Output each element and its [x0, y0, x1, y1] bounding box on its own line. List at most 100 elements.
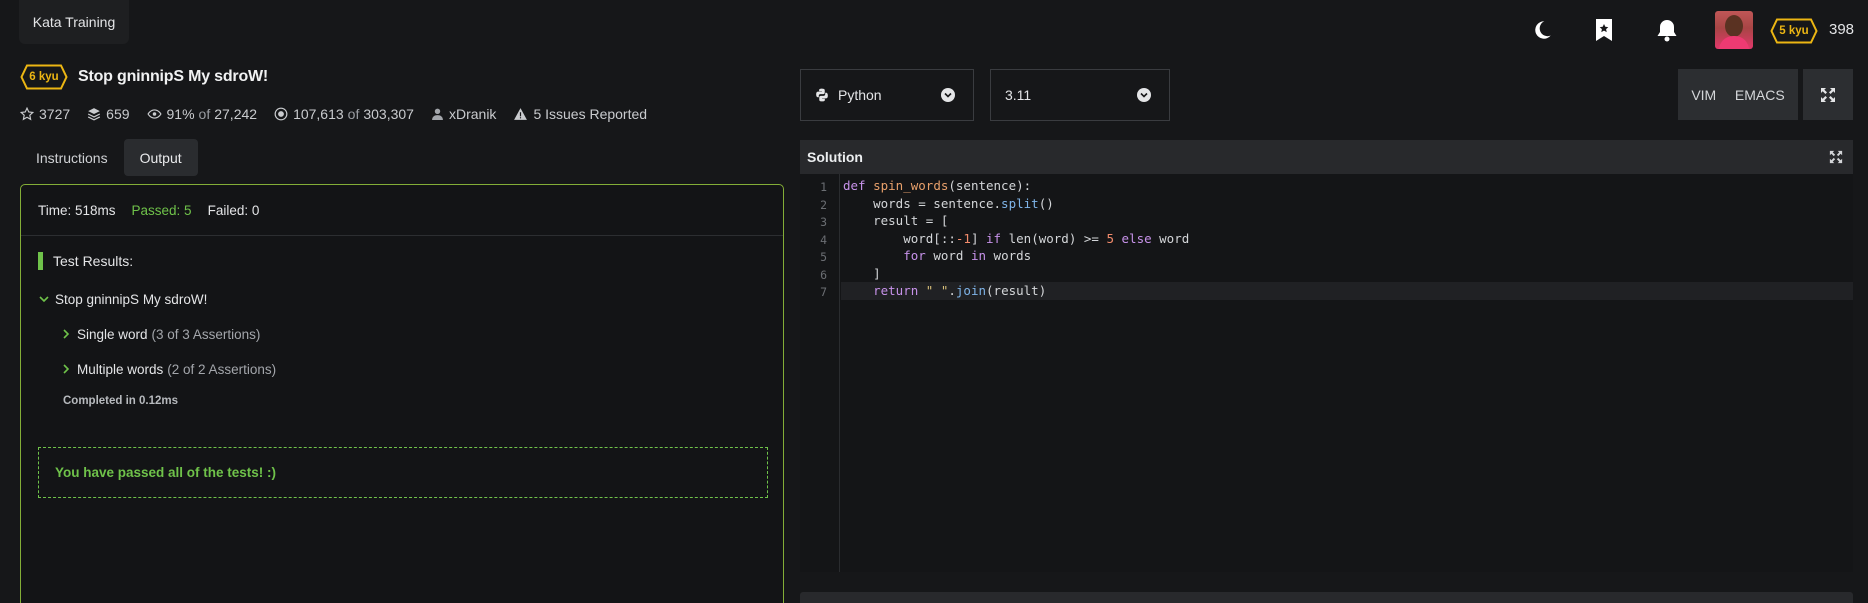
builtin-name: len — [1008, 230, 1032, 246]
kata-stats: 3727 659 91% of 27,242 107,613 of 303,30… — [20, 106, 664, 122]
failed-label: Failed: 0 — [207, 202, 260, 218]
line-number: 7 — [820, 285, 827, 299]
line-number: 1 — [820, 180, 827, 194]
satisfaction-of: of — [198, 106, 211, 122]
code-line[interactable]: for word in words — [843, 247, 1031, 265]
code-text: () — [1038, 195, 1054, 211]
completed-time: Completed in 0.12ms — [63, 395, 179, 407]
code-text: words = sentence. — [843, 195, 1002, 211]
test-suite-toggle[interactable]: Stop gninnipS My sdroW! — [39, 292, 207, 307]
passed-label: Passed: 5 — [131, 202, 192, 218]
top-bar: Kata Training 5 kyu 398 — [0, 0, 1868, 49]
code-line[interactable]: words = sentence.split() — [843, 195, 1054, 213]
test-results-heading: Test Results: — [38, 252, 133, 270]
code-text: word[:: — [843, 230, 956, 246]
number-literal: -1 — [955, 230, 971, 246]
test-group-detail: (2 of 2 Assertions) — [167, 362, 277, 377]
version-value: 3.11 — [1005, 87, 1032, 103]
code-text: words — [986, 248, 1032, 263]
line-number: 5 — [820, 250, 827, 264]
language-select[interactable]: Python — [800, 69, 974, 121]
code-line[interactable]: result = [ — [843, 212, 948, 230]
code-text: ] — [970, 230, 987, 246]
tab-output[interactable]: Output — [123, 139, 198, 176]
string-literal: " " — [925, 283, 949, 298]
code-text: (sentence): — [948, 178, 1032, 193]
user-icon — [432, 108, 443, 120]
line-number: 2 — [820, 197, 827, 212]
solution-title: Solution — [807, 149, 863, 165]
attempted-count: 303,307 — [363, 106, 414, 122]
output-summary: Time: 518ms Passed: 5 Failed: 0 — [21, 185, 783, 236]
tab-instructions[interactable]: Instructions — [20, 139, 124, 176]
time-label: Time: 518ms — [38, 202, 116, 218]
stars-stat[interactable]: 3727 — [20, 106, 70, 122]
warning-icon — [514, 108, 528, 120]
test-group-multiple-words[interactable]: Multiple words (2 of 2 Assertions) — [61, 362, 276, 377]
keyword: for — [903, 248, 926, 263]
method-name: split — [1001, 195, 1039, 211]
author-stat[interactable]: xDranik — [431, 106, 496, 122]
user-rank-badge: 5 kyu — [1770, 18, 1818, 44]
method-name: join — [955, 283, 987, 298]
code-text: word — [925, 248, 971, 263]
collections-stat[interactable]: 659 — [87, 106, 130, 122]
bell-icon[interactable] — [1655, 18, 1679, 42]
keyword: in — [970, 248, 987, 263]
target-icon — [274, 107, 288, 121]
kata-rank-badge: 6 kyu — [20, 64, 68, 90]
test-group-detail: (3 of 3 Assertions) — [151, 327, 261, 342]
eye-icon — [146, 109, 162, 119]
code-line[interactable]: word[::-1] if len(word) >= 5 else word — [843, 230, 1189, 248]
keyword: if — [986, 230, 1002, 246]
line-gutter: 1 2 3 4 5 6 7 — [800, 174, 840, 572]
emacs-mode-button[interactable]: EMACS — [1735, 87, 1785, 103]
issues-stat[interactable]: 5 Issues Reported — [513, 106, 647, 122]
chevron-down-icon — [39, 293, 49, 307]
stars-count: 3727 — [39, 106, 71, 122]
code-line[interactable]: def spin_words(sentence): — [843, 177, 1031, 195]
chevron-right-icon — [61, 363, 71, 377]
line-number: 6 — [820, 267, 827, 282]
test-group-name: Single word — [77, 327, 148, 342]
kata-rank-label: 6 kyu — [29, 71, 59, 83]
python-icon — [816, 88, 828, 102]
moon-icon[interactable] — [1530, 18, 1554, 42]
language-value: Python — [838, 87, 882, 103]
bookmark-icon[interactable] — [1592, 18, 1616, 42]
user-avatar[interactable] — [1715, 11, 1753, 49]
output-panel: Time: 518ms Passed: 5 Failed: 0 Test Res… — [20, 184, 784, 603]
number-literal: 5 — [1106, 230, 1114, 246]
version-select[interactable]: 3.11 — [990, 69, 1170, 121]
keyword: def — [843, 178, 866, 193]
layers-icon — [88, 108, 101, 121]
function-name: spin_words — [873, 178, 949, 193]
solution-header: Solution — [800, 140, 1853, 174]
user-rank-label: 5 kyu — [1779, 25, 1809, 37]
fullscreen-button[interactable] — [1803, 69, 1853, 120]
code-line[interactable]: return " ".join(result) — [843, 282, 1046, 300]
test-group-single-word[interactable]: Single word (3 of 3 Assertions) — [61, 327, 260, 342]
satisfaction-rate: 91% — [166, 106, 195, 122]
expand-icon — [1821, 87, 1835, 102]
completed-of: of — [347, 106, 360, 122]
test-suite-name: Stop gninnipS My sdroW! — [55, 292, 208, 307]
code-line[interactable]: ] — [843, 265, 881, 283]
keyword: return — [873, 283, 919, 298]
completed-count: 107,613 — [293, 106, 344, 122]
expand-icon[interactable] — [1829, 150, 1843, 167]
vim-mode-button[interactable]: VIM — [1691, 87, 1716, 103]
kata-training-link[interactable]: Kata Training — [19, 0, 129, 44]
keyword: else — [1121, 230, 1152, 246]
line-number: 4 — [820, 232, 827, 247]
kata-title: Stop gninnipS My sdroW! — [78, 68, 269, 85]
code-editor[interactable]: 1 2 3 4 5 6 7 def spin_words(sentence): … — [800, 174, 1853, 572]
bottom-panel-header — [800, 592, 1853, 603]
completions-stat: 107,613 of 303,307 — [274, 106, 414, 122]
kata-tabs: Instructions Output — [20, 139, 198, 176]
